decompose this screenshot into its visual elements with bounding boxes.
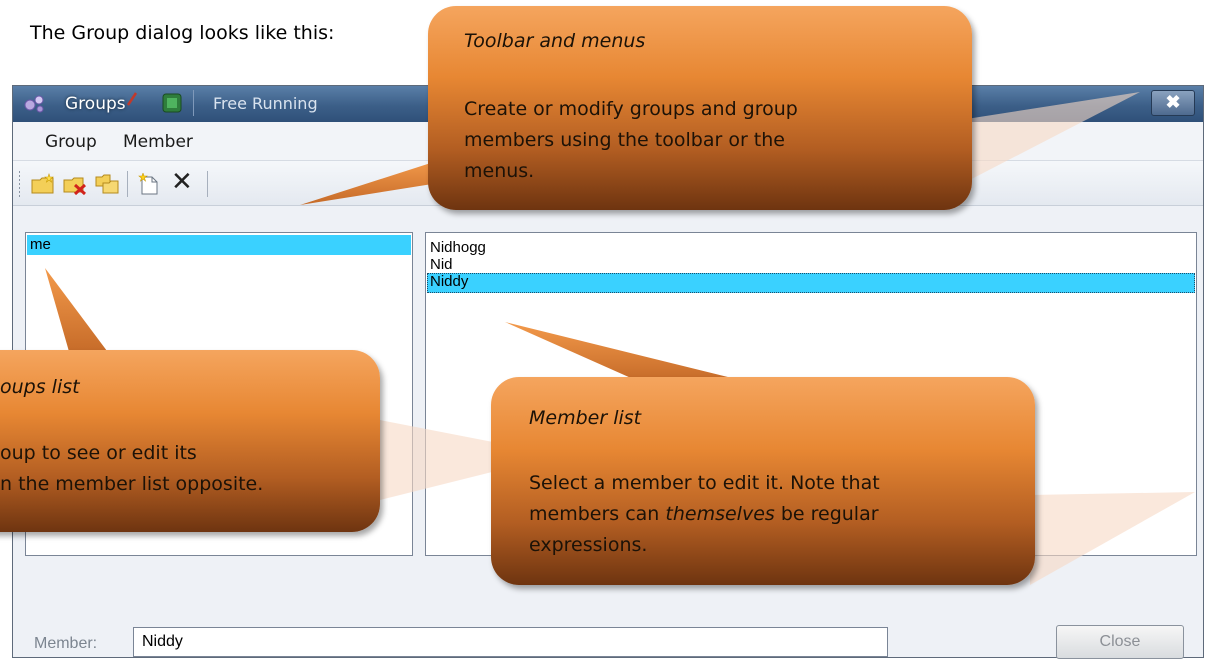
toolbar-separator-2 xyxy=(207,171,208,197)
intro-text: The Group dialog looks like this: xyxy=(30,22,335,44)
toolbar-callout-title: Toolbar and menus xyxy=(464,30,646,52)
new-group-icon[interactable] xyxy=(31,173,55,195)
member-callout-line1: Select a member to edit it. Note that xyxy=(529,472,880,494)
window-close-button[interactable]: ✖ xyxy=(1151,90,1195,116)
menu-member[interactable]: Member xyxy=(123,132,193,152)
mode-text: Free Running xyxy=(213,94,318,113)
toolbar-callout: Toolbar and menus Create or modify group… xyxy=(428,6,972,210)
toolbar-callout-line3: menus. xyxy=(464,160,535,182)
groups-app-icon xyxy=(24,95,44,113)
new-member-icon[interactable] xyxy=(137,173,161,195)
member-callout-line3: expressions. xyxy=(529,534,648,556)
member-callout-line2-pre: members can xyxy=(529,503,666,525)
groups-callout-line2: n the member list opposite. xyxy=(0,473,264,495)
toolbar-callout-line1: Create or modify groups and group xyxy=(464,98,798,120)
groups-callout-title: oups list xyxy=(0,376,80,398)
close-button[interactable]: Close xyxy=(1056,625,1184,659)
member-callout: Member list Select a member to edit it. … xyxy=(491,377,1035,585)
member-callout-line2: members can themselves be regular xyxy=(529,499,879,530)
groups-callout-line1: oup to see or edit its xyxy=(0,442,197,464)
members-list-selection xyxy=(427,273,1195,293)
window-title: Groups xyxy=(65,94,126,114)
member-field-label: Member: xyxy=(34,635,98,652)
groups-list-selection xyxy=(27,235,411,255)
toolbar-callout-line2: members using the toolbar or the xyxy=(464,129,785,151)
groups-callout: oups list oup to see or edit its n the m… xyxy=(0,350,380,532)
member-item-niddy[interactable]: Niddy xyxy=(430,273,468,290)
member-callout-line2-post: be regular xyxy=(774,503,879,525)
delete-group-icon[interactable] xyxy=(63,173,87,195)
member-item-nidhogg[interactable]: Nidhogg xyxy=(430,239,486,256)
copy-group-icon[interactable] xyxy=(95,173,119,195)
toolbar-separator-1 xyxy=(127,171,128,197)
toolbar-grip xyxy=(19,171,20,197)
record-icon[interactable] xyxy=(161,92,183,114)
group-item-me[interactable]: me xyxy=(30,236,51,253)
member-item-nid[interactable]: Nid xyxy=(430,256,453,273)
title-separator xyxy=(193,90,194,116)
member-field[interactable]: Niddy xyxy=(133,627,888,657)
delete-member-icon[interactable]: ✕ xyxy=(171,168,195,194)
menu-group[interactable]: Group xyxy=(45,132,97,152)
pin-icon xyxy=(126,92,138,106)
member-callout-title: Member list xyxy=(529,407,642,429)
member-callout-line2-em: themselves xyxy=(665,503,775,525)
